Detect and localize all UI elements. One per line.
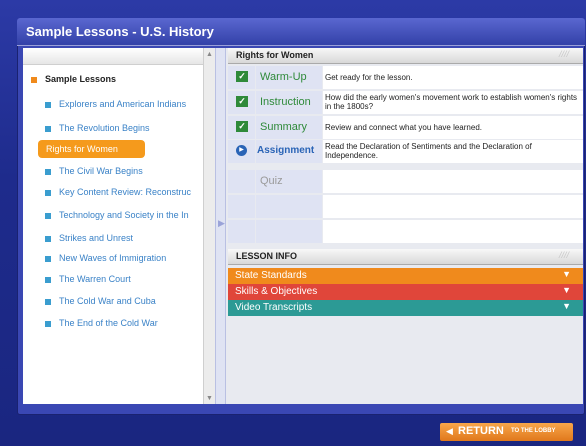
bullet-square-icon: [45, 255, 51, 262]
row-name: Summary: [260, 121, 308, 133]
bullet-square-icon: [45, 101, 51, 108]
lesson-info-header: LESSON INFO ////: [228, 249, 583, 265]
sidebar-item-label: New Waves of Immigration: [59, 253, 167, 263]
row-name-cell: Summary: [256, 116, 322, 139]
chevron-down-icon: ▼: [562, 285, 571, 295]
return-label: RETURN: [458, 425, 504, 437]
row-name: Warm-Up: [260, 71, 307, 83]
lesson-row-quiz[interactable]: Quiz: [228, 170, 583, 193]
return-sublabel: TO THE LOBBY: [511, 428, 556, 434]
sidebar-item-label: The Civil War Begins: [59, 166, 143, 176]
row-icon-cell: [228, 195, 255, 218]
bullet-square-icon: [45, 320, 51, 327]
sidebar-item-label: Technology and Society in the In: [59, 210, 189, 220]
row-icon-cell: [228, 170, 255, 193]
row-name-cell: Warm-Up: [256, 66, 322, 89]
sidebar-item-the-end-of-the-cold-war[interactable]: The End of the Cold War: [45, 318, 203, 328]
row-description: Read the Declaration of Sentiments and t…: [323, 140, 583, 163]
sidebar-item-the-warren-court[interactable]: The Warren Court: [45, 274, 203, 284]
sidebar-item-strikes-and-unrest[interactable]: Strikes and Unrest: [45, 233, 203, 243]
sidebar-item-key-content-review-reconstruc[interactable]: Key Content Review: Reconstruc: [45, 187, 203, 197]
row-icon-cell: ✓: [228, 66, 255, 89]
row-description: How did the early women's movement work …: [323, 91, 583, 114]
sidebar-item-label: The End of the Cold War: [59, 318, 158, 328]
collapse-arrow-icon[interactable]: ▶: [218, 218, 225, 229]
lesson-row-assignment[interactable]: ▶ Assignment Read the Declaration of Senti…: [228, 140, 583, 163]
accordion-state-standards[interactable]: State Standards ▼: [228, 268, 583, 284]
bullet-square-icon: [45, 189, 51, 196]
lesson-row-warm-up[interactable]: ✓ Warm-Up Get ready for the lesson.: [228, 66, 583, 89]
bullet-square-icon: [45, 125, 51, 132]
row-description: [323, 195, 583, 218]
accordion-video-transcripts[interactable]: Video Transcripts ▼: [228, 300, 583, 316]
row-name: Assignment: [257, 145, 315, 156]
tree-root-label: Sample Lessons: [45, 74, 117, 84]
title-bar: Sample Lessons - U.S. History: [17, 18, 585, 46]
lesson-header: Rights for Women ////: [228, 48, 583, 64]
accordion-label: Skills & Objectives: [235, 286, 318, 297]
play-icon: ▶: [236, 145, 247, 156]
sidebar-item-the-cold-war-and-cuba[interactable]: The Cold War and Cuba: [45, 296, 203, 306]
window-title: Sample Lessons - U.S. History: [26, 24, 214, 39]
row-name-cell: [256, 195, 322, 218]
sidebar-item-label: Rights for Women: [46, 144, 118, 154]
sidebar-item-new-waves-of-immigration[interactable]: New Waves of Immigration: [45, 253, 203, 263]
header-decoration: ////: [558, 49, 569, 59]
bullet-square-icon: [45, 276, 51, 283]
lesson-title: Rights for Women: [236, 50, 314, 60]
chevron-down-icon: ▼: [562, 301, 571, 311]
row-icon-cell: ✓: [228, 116, 255, 139]
row-description: [323, 220, 583, 243]
sidebar-item-rights-for-women[interactable]: Rights for Women: [38, 140, 145, 158]
row-name-cell: Assignment: [256, 140, 322, 163]
check-icon: ✓: [236, 71, 248, 82]
row-icon-cell: ✓: [228, 91, 255, 114]
lesson-list-header: [23, 48, 206, 65]
header-decoration: ////: [558, 250, 569, 260]
lesson-row-summary[interactable]: ✓ Summary Review and connect what you have…: [228, 116, 583, 139]
accordion-label: Video Transcripts: [235, 302, 313, 313]
bullet-square-icon: [45, 168, 51, 175]
sidebar-item-technology-and-society-in-the-in[interactable]: Technology and Society in the In: [45, 210, 203, 220]
sidebar-item-label: Explorers and American Indians: [59, 99, 187, 109]
accordion-skills-objectives[interactable]: Skills & Objectives ▼: [228, 284, 583, 300]
row-icon-cell: [228, 220, 255, 243]
lesson-row-empty: [228, 195, 583, 218]
chevron-down-icon: ▼: [562, 269, 571, 279]
lesson-list-scrollbar[interactable]: ▲ ▼: [203, 48, 215, 404]
row-description: Review and connect what you have learned…: [323, 116, 583, 139]
scroll-down-icon[interactable]: ▼: [206, 395, 213, 402]
row-name-cell: Instruction: [256, 91, 322, 114]
row-name: Instruction: [260, 96, 311, 108]
row-name-cell: Quiz: [256, 170, 322, 193]
sidebar-item-label: The Cold War and Cuba: [59, 296, 156, 306]
bullet-square-icon: [45, 298, 51, 305]
lesson-tree-root[interactable]: Sample Lessons: [31, 74, 116, 84]
return-to-lobby-button[interactable]: ◀ RETURN TO THE LOBBY: [440, 423, 573, 441]
row-name: Quiz: [260, 175, 283, 187]
scroll-up-icon[interactable]: ▲: [206, 51, 213, 58]
row-icon-cell: ▶: [228, 140, 255, 163]
row-description: Get ready for the lesson.: [323, 66, 583, 89]
check-icon: ✓: [236, 96, 248, 107]
sidebar-item-the-civil-war-begins[interactable]: The Civil War Begins: [45, 166, 203, 176]
bullet-square-icon: [45, 212, 51, 219]
sidebar-item-label: The Warren Court: [59, 274, 131, 284]
folder-square-icon: [31, 76, 37, 83]
accordion-label: State Standards: [235, 270, 307, 281]
lesson-row-empty: [228, 220, 583, 243]
bullet-square-icon: [45, 235, 51, 242]
sidebar-item-the-revolution-begins[interactable]: The Revolution Begins: [45, 123, 203, 133]
lesson-row-instruction[interactable]: ✓ Instruction How did the early women's mo…: [228, 91, 583, 114]
lesson-info-title: LESSON INFO: [236, 251, 298, 261]
row-name-cell: [256, 220, 322, 243]
back-arrow-icon: ◀: [446, 426, 453, 436]
check-icon: ✓: [236, 121, 248, 132]
sidebar-item-label: Key Content Review: Reconstruc: [59, 187, 192, 197]
sidebar-item-label: The Revolution Begins: [59, 123, 150, 133]
sidebar-item-explorers-and-american-indians[interactable]: Explorers and American Indians: [45, 99, 203, 109]
sidebar-item-label: Strikes and Unrest: [59, 233, 134, 243]
panel-divider[interactable]: ▶: [215, 48, 226, 404]
row-description: [323, 170, 583, 193]
